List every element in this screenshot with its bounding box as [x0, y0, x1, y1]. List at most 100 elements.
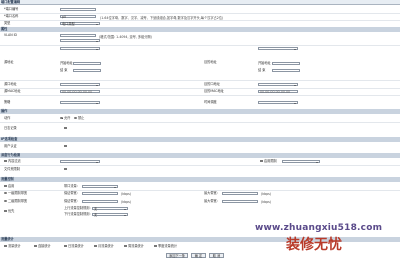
stats-checkbox[interactable] — [34, 244, 37, 248]
user-auth-label: 用户认证 — [4, 144, 17, 148]
stats-checkbox[interactable] — [4, 244, 7, 248]
allow-radio[interactable] — [60, 116, 63, 120]
deny-label: 禁止 — [78, 116, 85, 120]
log-label: 日志记录 — [4, 126, 17, 130]
bandwidth1-radio[interactable] — [4, 191, 7, 195]
bandwidth2-radio[interactable] — [4, 199, 7, 203]
bandwidth1-max-label: 最大带宽: — [204, 191, 218, 195]
stats-checkbox[interactable] — [154, 244, 157, 248]
mode-select[interactable] — [82, 184, 118, 189]
stats-label: 季度流量统计 — [158, 244, 178, 248]
stats-label: 日流量统计 — [68, 244, 84, 248]
ok-button[interactable]: 确 定 — [191, 253, 206, 258]
qos-section-header: 流量控制 — [0, 177, 400, 182]
cancel-button[interactable]: 取 消 — [209, 253, 224, 258]
source-address-label: 源地址 — [4, 60, 14, 64]
dest-port-select[interactable] — [258, 82, 298, 87]
dest-mac-label: 目的MAC地址 — [204, 89, 224, 93]
vlan-input[interactable] — [60, 33, 96, 37]
bandwidth2-max-unit: (kbps) — [261, 199, 272, 204]
source-mac-input[interactable]: 00-00-00-00-00-00 — [60, 89, 100, 93]
action-section-header: 操作 — [0, 109, 400, 114]
log-checkbox[interactable] — [64, 126, 67, 130]
user-auth-checkbox[interactable] — [64, 144, 67, 148]
stats-checkbox[interactable] — [124, 244, 127, 248]
bandwidth1-guarantee-input[interactable] — [82, 191, 118, 195]
dest-mac-input[interactable]: 00-00-00-00-00-00 — [258, 89, 298, 93]
up-rule-label: 上行流量控制规则: — [64, 206, 91, 210]
priority-checkbox[interactable] — [4, 209, 7, 213]
behavior-section-header: 深度行为检测 — [0, 153, 400, 158]
ip-option-section-header: IP选项检查 — [0, 137, 400, 142]
bandwidth2-max-label: 最大带宽: — [204, 199, 218, 203]
config-page: 端口配置编辑 *端口编号 *端口名称 p0 (1-64位字母、数字、汉字、减号、… — [0, 0, 400, 266]
limit-checkbox[interactable] — [260, 159, 263, 163]
dest-start-input[interactable] — [272, 61, 300, 65]
bandwidth2-guarantee-label: 保证带宽: — [64, 199, 78, 203]
limit-label: 启用限制 — [264, 159, 277, 163]
port-number-label: *端口编号 — [4, 7, 19, 11]
type-label: 类型 — [4, 21, 11, 25]
priority-label: 优先 — [8, 209, 15, 213]
down-rule-select[interactable]: 无 — [92, 212, 128, 216]
policy-select[interactable] — [60, 100, 100, 105]
stats-checkbox[interactable] — [94, 244, 97, 248]
stats-label: 连接统计 — [38, 244, 51, 248]
bandwidth1-label: 一级限制带宽 — [8, 191, 28, 195]
dest-end-label: 结 束 — [258, 68, 266, 72]
folder-limit-checkbox[interactable] — [64, 167, 67, 171]
stats-label: 月流量统计 — [98, 244, 114, 248]
qos-enable-label: 启用 — [8, 184, 15, 188]
add-next-button[interactable]: 添加下一条 — [166, 253, 188, 258]
bandwidth2-unit: (kbps) — [121, 199, 132, 204]
allow-label: 允许 — [64, 116, 71, 120]
stats-label: 周流量统计 — [128, 244, 144, 248]
down-rule-label: 下行流量控制规则: — [64, 212, 91, 216]
dest-address-label: 目的地址 — [204, 60, 217, 64]
dest-end-input[interactable] — [272, 68, 300, 72]
content-filter-label: 内容过滤 — [8, 159, 21, 163]
source-port-label: 源口地址 — [4, 82, 17, 86]
port-name-label: *端口名称 — [4, 14, 19, 18]
source-start-label: 开始地址 — [60, 61, 73, 65]
bandwidth2-guarantee-input[interactable] — [82, 199, 118, 203]
source-end-input[interactable] — [73, 68, 101, 72]
qos-enable-checkbox[interactable] — [4, 184, 7, 188]
bandwidth1-guarantee-label: 保证带宽: — [64, 191, 78, 195]
bandwidth2-max-input[interactable] — [222, 199, 258, 203]
policy-label: 策略 — [4, 100, 11, 104]
deny-radio[interactable] — [74, 116, 77, 120]
dest-address-select[interactable] — [258, 47, 298, 51]
source-mac-label: 源MAC地址 — [4, 89, 21, 93]
page-title: 端口配置编辑 — [0, 0, 400, 5]
dest-port-label: 目的口地址 — [204, 82, 220, 86]
up-rule-select[interactable]: 无 — [92, 206, 128, 210]
mode-label: 带口流量: — [64, 184, 78, 188]
port-number-input[interactable] — [60, 7, 96, 11]
port-name-input[interactable]: p0 — [60, 14, 96, 18]
watermark-url: www.zhuangxiu518.com — [255, 223, 383, 233]
time-schedule-label: 时间调度 — [204, 100, 217, 104]
time-schedule-select[interactable] — [258, 100, 298, 105]
vlan-select[interactable] — [60, 39, 100, 43]
dest-start-label: 开始地址 — [258, 61, 271, 65]
source-port-select[interactable] — [60, 82, 100, 87]
source-start-input[interactable] — [73, 61, 101, 65]
vlan-label: VLAN ID — [4, 33, 18, 37]
source-address-select[interactable] — [60, 47, 100, 51]
limit-select[interactable] — [282, 159, 320, 164]
stats-checkbox[interactable] — [64, 244, 67, 248]
bandwidth1-max-unit: (kbps) — [261, 191, 272, 196]
attributes-section-header: 属性 — [0, 27, 400, 32]
source-end-label: 结 束 — [60, 68, 68, 72]
bandwidth2-label: 二级限制带宽 — [8, 199, 28, 203]
content-filter-checkbox[interactable] — [4, 159, 7, 163]
watermark-brand: 装修无忧 — [286, 237, 342, 253]
vlan-hint: (格式/范围: 1-4094, 逗号, 多组分隔) — [99, 34, 152, 39]
content-filter-select[interactable] — [60, 159, 100, 164]
bandwidth1-unit: (kbps) — [121, 191, 132, 196]
stats-label: 流量统计 — [8, 244, 21, 248]
type-select[interactable]: 电口类型 — [60, 21, 100, 25]
bandwidth1-max-input[interactable] — [222, 191, 258, 195]
action-label: 动作 — [4, 116, 11, 120]
